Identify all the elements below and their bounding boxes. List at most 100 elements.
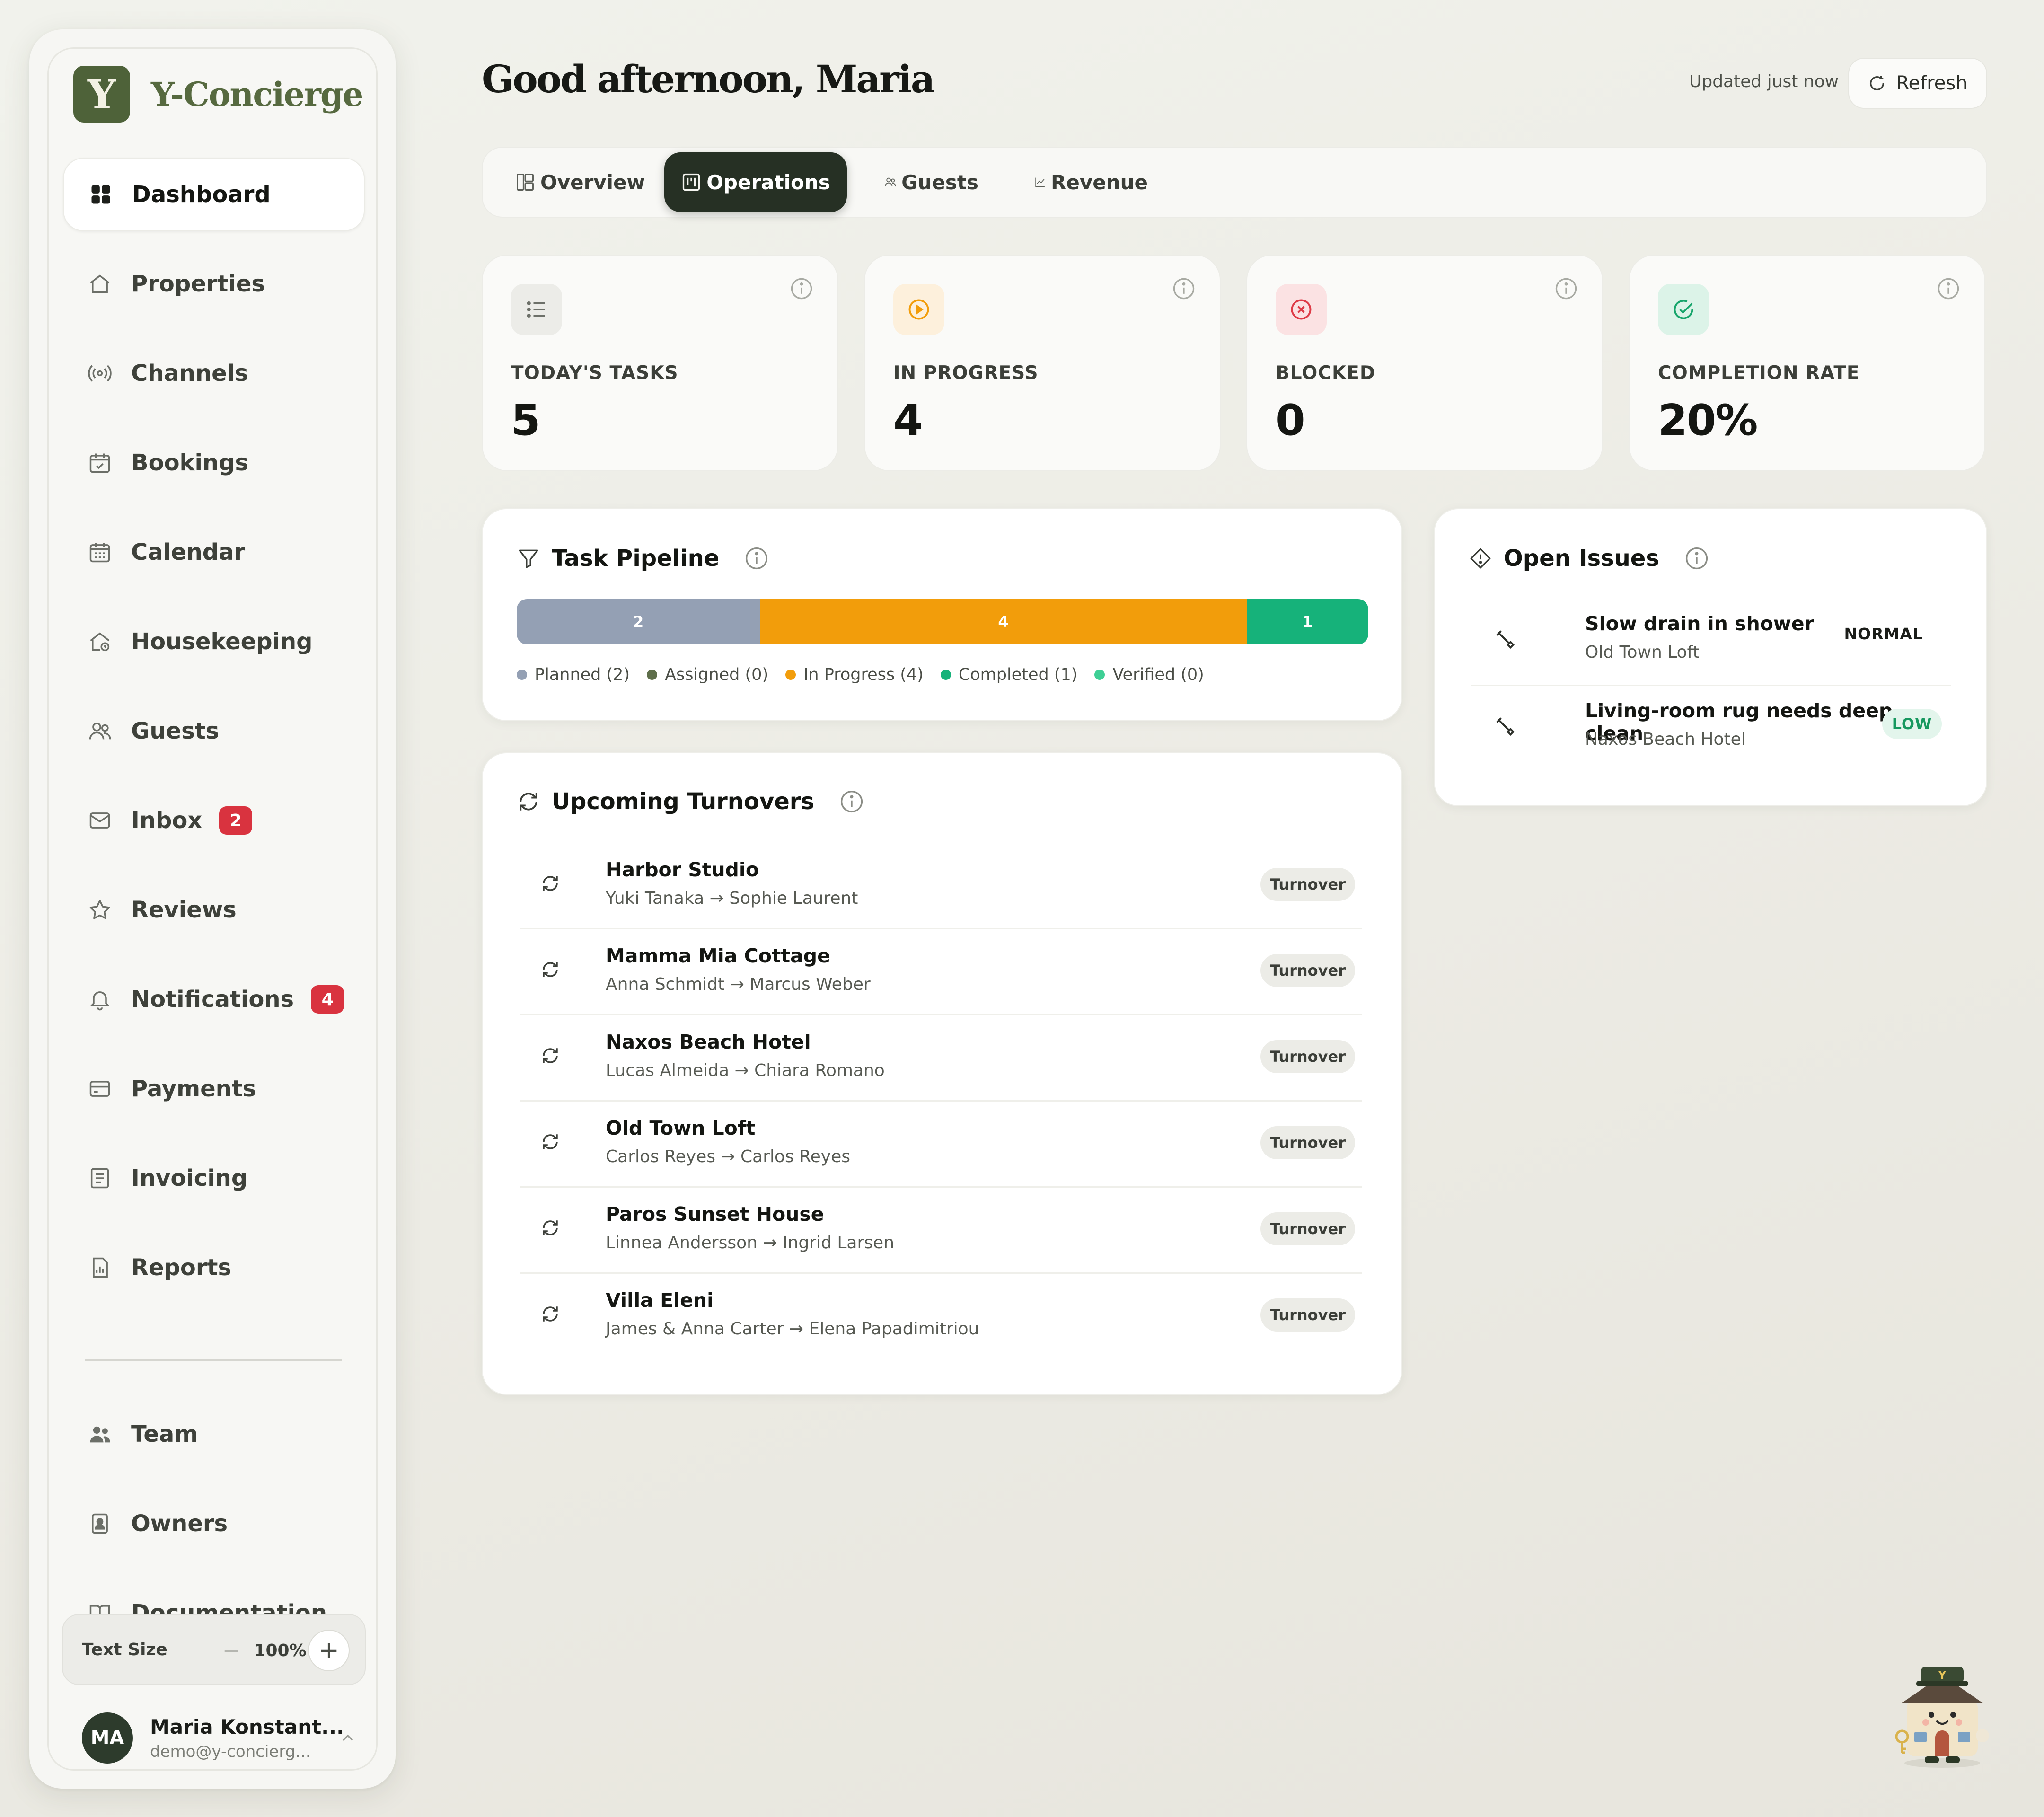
sidebar-item-invoicing[interactable]: Invoicing	[63, 1141, 365, 1215]
concierge-mascot-icon[interactable]: Y	[1888, 1656, 1997, 1770]
team-icon	[90, 1426, 110, 1443]
credit-card-icon	[89, 1081, 110, 1097]
text-size-value: 100%	[254, 1641, 307, 1660]
stat-icon-wrap	[511, 284, 562, 335]
tab-revenue[interactable]: Revenue	[1034, 152, 1148, 212]
pipeline-segment[interactable]: 1	[1246, 599, 1368, 644]
refresh-cycle-icon	[543, 1048, 558, 1063]
info-icon[interactable]	[744, 546, 769, 571]
turnover-row[interactable]: Mamma Mia Cottage Anna Schmidt → Marcus …	[520, 929, 1362, 1015]
sidebar-item-inbox[interactable]: Inbox 2	[63, 784, 365, 857]
mail-icon	[89, 812, 110, 829]
stat-icon-wrap	[893, 284, 944, 335]
brand-name: Y-Concierge	[151, 74, 363, 114]
profile-email: demo@y-concierg...	[150, 1742, 311, 1761]
tab-overview[interactable]: Overview	[515, 152, 647, 212]
tab-operations[interactable]: Operations	[664, 152, 847, 212]
line-chart-icon	[1035, 177, 1045, 187]
stat-card-completion-rate: COMPLETION RATE 20%	[1629, 255, 1985, 471]
sidebar-item-payments[interactable]: Payments	[63, 1052, 365, 1126]
pipeline-segment[interactable]: 4	[760, 599, 1247, 644]
refresh-cycle-icon	[543, 962, 558, 977]
sidebar-item-properties[interactable]: Properties	[63, 247, 365, 321]
text-size-increase-button[interactable]: +	[308, 1630, 350, 1671]
sidebar-item-label: Calendar	[131, 539, 246, 565]
info-icon[interactable]	[1554, 276, 1578, 301]
text-size-decrease-button[interactable]: −	[211, 1630, 252, 1671]
sidebar-item-label: Team	[131, 1421, 198, 1447]
panel-title: Task Pipeline	[552, 545, 720, 572]
issue-row[interactable]: Living-room rug needs deep clean Naxos B…	[1471, 690, 1951, 773]
turnover-property: Villa Eleni	[606, 1289, 714, 1312]
sidebar-item-guests[interactable]: Guests	[63, 694, 365, 768]
panel-header: Open Issues	[1469, 545, 1709, 572]
sidebar-item-reports[interactable]: Reports	[63, 1231, 365, 1305]
sidebar-item-housekeeping[interactable]: Housekeeping	[63, 605, 365, 679]
sidebar-item-label: Invoicing	[131, 1165, 248, 1191]
text-size-label: Text Size	[82, 1640, 167, 1659]
turnover-row[interactable]: Naxos Beach Hotel Lucas Almeida → Chiara…	[520, 1015, 1362, 1102]
svg-text:Y: Y	[1938, 1670, 1947, 1682]
sidebar-item-channels[interactable]: Channels	[63, 336, 365, 410]
page-title: Good afternoon, Maria	[482, 57, 935, 101]
home-icon	[90, 274, 110, 293]
turnover-row[interactable]: Villa Eleni James & Anna Carter → Elena …	[520, 1274, 1362, 1360]
info-icon[interactable]	[839, 789, 864, 814]
brand-logo: Y	[73, 66, 130, 123]
info-icon[interactable]	[1936, 276, 1961, 301]
info-icon[interactable]	[1172, 276, 1196, 301]
alert-diamond-icon	[1470, 548, 1491, 569]
play-circle-icon	[908, 299, 929, 320]
legend-item: Assigned (0)	[647, 665, 768, 684]
wrench-icon	[1496, 630, 1515, 649]
sidebar-item-dashboard[interactable]: Dashboard	[63, 158, 365, 231]
turnover-badge: Turnover	[1260, 1212, 1355, 1245]
info-icon[interactable]	[789, 276, 814, 301]
user-profile-menu[interactable]: MA Maria Konstant... demo@y-concierg...	[82, 1700, 366, 1776]
profile-name: Maria Konstant...	[150, 1715, 344, 1738]
refresh-cycle-icon	[543, 1306, 558, 1322]
stat-card-todays-tasks: TODAY'S TASKS 5	[482, 255, 838, 471]
sidebar-item-label: Payments	[131, 1076, 256, 1102]
pipeline-segment[interactable]: 2	[517, 599, 760, 644]
sidebar-item-team[interactable]: Team	[63, 1397, 365, 1471]
turnover-row[interactable]: Paros Sunset House Linnea Andersson → In…	[520, 1188, 1362, 1274]
sidebar-item-label: Guests	[131, 718, 220, 744]
avatar: MA	[82, 1712, 133, 1764]
sidebar-item-calendar[interactable]: Calendar	[63, 515, 365, 589]
panel-title: Open Issues	[1504, 545, 1659, 572]
users-icon	[89, 723, 111, 740]
legend-label: Planned (2)	[535, 665, 630, 684]
brand[interactable]: Y Y-Concierge	[73, 66, 363, 123]
sidebar-item-notifications[interactable]: Notifications 4	[63, 962, 365, 1036]
dashboard-icon	[91, 185, 110, 204]
chevron-up-icon	[342, 1734, 353, 1741]
sidebar-item-reviews[interactable]: Reviews	[63, 873, 365, 947]
turnover-row[interactable]: Harbor Studio Yuki Tanaka → Sophie Laure…	[520, 843, 1362, 929]
legend-label: Assigned (0)	[665, 665, 769, 684]
turnover-row[interactable]: Old Town Loft Carlos Reyes → Carlos Reye…	[520, 1102, 1362, 1188]
stat-value: 0	[1276, 396, 1305, 445]
info-icon[interactable]	[1684, 546, 1709, 571]
sidebar-item-bookings[interactable]: Bookings	[63, 426, 365, 500]
tab-guests[interactable]: Guests	[884, 152, 978, 212]
legend-item: Planned (2)	[517, 665, 630, 684]
sidebar-divider	[85, 1359, 342, 1361]
sidebar-item-owners[interactable]: Owners	[63, 1487, 365, 1561]
turnover-badge: Turnover	[1260, 1298, 1355, 1332]
kanban-icon	[683, 173, 700, 191]
tab-label: Guests	[901, 170, 978, 194]
turnover-badge: Turnover	[1260, 1126, 1355, 1159]
funnel-icon	[519, 549, 538, 568]
pipeline-legend: Planned (2) Assigned (0) In Progress (4) Co…	[517, 665, 1221, 684]
turnover-badge: Turnover	[1260, 1040, 1355, 1073]
legend-item: In Progress (4)	[785, 665, 924, 684]
sidebar-item-label: Housekeeping	[131, 628, 313, 655]
refresh-icon	[1870, 76, 1885, 91]
tab-label: Operations	[706, 170, 830, 194]
refresh-button[interactable]: Refresh	[1848, 58, 1987, 109]
priority-badge: LOW	[1882, 709, 1942, 739]
owner-badge-icon	[92, 1513, 108, 1534]
issue-row[interactable]: Slow drain in shower Old Town Loft NORMA…	[1471, 603, 1951, 686]
legend-label: In Progress (4)	[803, 665, 924, 684]
